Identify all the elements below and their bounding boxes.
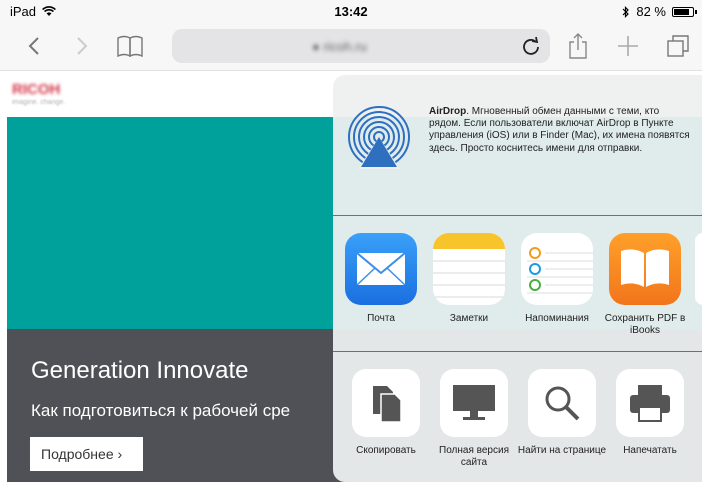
next-app-edge [695,233,702,305]
app-label: Заметки [449,313,489,324]
airdrop-icon [348,106,410,169]
action-label: Скопировать [356,445,416,456]
desktop-icon [440,369,508,437]
action-copy[interactable]: Скопировать [341,369,431,457]
bookmarks-button[interactable] [114,30,146,62]
share-icon [569,33,587,59]
action-find-on-page[interactable]: Найти на странице [517,369,607,457]
separator [333,215,702,216]
browser-toolbar: ● ricoh.ru [0,22,702,71]
reload-icon[interactable] [522,36,540,56]
share-apps-row: Почта Заметки Напоминания Сохранить PDF … [333,217,702,351]
reminders-icon [521,233,593,305]
action-label: Найти на странице [517,445,607,456]
separator [333,351,702,352]
battery-fill [674,8,689,15]
tabs-button[interactable] [662,30,694,62]
battery-icon [672,6,697,17]
action-label: Полная версия сайта [439,445,509,468]
battery-percent: 82 % [636,4,666,19]
chevron-right-icon [77,37,88,55]
copy-icon [352,369,420,437]
chevron-left-icon [28,37,39,55]
share-app-notes[interactable]: Заметки [426,233,512,325]
mail-icon [345,233,417,305]
airdrop-body: . Мгновенный обмен данными с теми, кто р… [429,106,690,154]
bluetooth-icon [622,5,630,18]
status-right: 82 % [622,4,697,19]
share-app-ibooks[interactable]: Сохранить PDF в iBooks [602,233,688,337]
forward-button[interactable] [66,30,98,62]
app-label: Сохранить PDF в iBooks [604,313,686,336]
address-bar[interactable]: ● ricoh.ru [172,29,550,63]
airdrop-description: AirDrop. Мгновенный обмен данными с теми… [429,106,691,155]
site-logo[interactable]: RICOH [12,81,60,98]
action-print[interactable]: Напечатать [605,369,695,457]
airdrop-title: AirDrop [429,106,467,117]
print-icon [616,369,684,437]
tabs-icon [667,35,689,57]
more-button[interactable]: Подробнее › [30,437,143,471]
action-desktop-site[interactable]: Полная версия сайта [429,369,519,469]
url-text: ● ricoh.ru [312,39,367,54]
search-icon [528,369,596,437]
book-icon [117,35,143,57]
plus-icon [618,36,638,56]
airdrop-section: AirDrop. Мгновенный обмен данными с теми… [333,75,702,215]
hero-subtitle: Как подготовиться к рабочей сре [31,401,291,420]
status-bar: iPad 13:42 82 % [0,0,702,22]
new-tab-button[interactable] [612,30,644,62]
app-label: Почта [367,313,395,324]
share-sheet: AirDrop. Мгновенный обмен данными с теми… [333,75,702,482]
share-app-mail[interactable]: Почта [338,233,424,325]
action-label: Напечатать [623,445,677,456]
hero-title: Generation Innovate [31,357,249,384]
site-logo-tagline: imagine. change. [12,99,66,106]
back-button[interactable] [18,30,50,62]
ibooks-icon [609,233,681,305]
app-label: Напоминания [525,313,589,324]
clock: 13:42 [334,4,368,19]
share-button[interactable] [562,30,594,62]
share-app-reminders[interactable]: Напоминания [514,233,600,325]
share-actions-row: Скопировать Полная версия сайта Найти на… [333,355,702,482]
notes-icon [433,233,505,305]
